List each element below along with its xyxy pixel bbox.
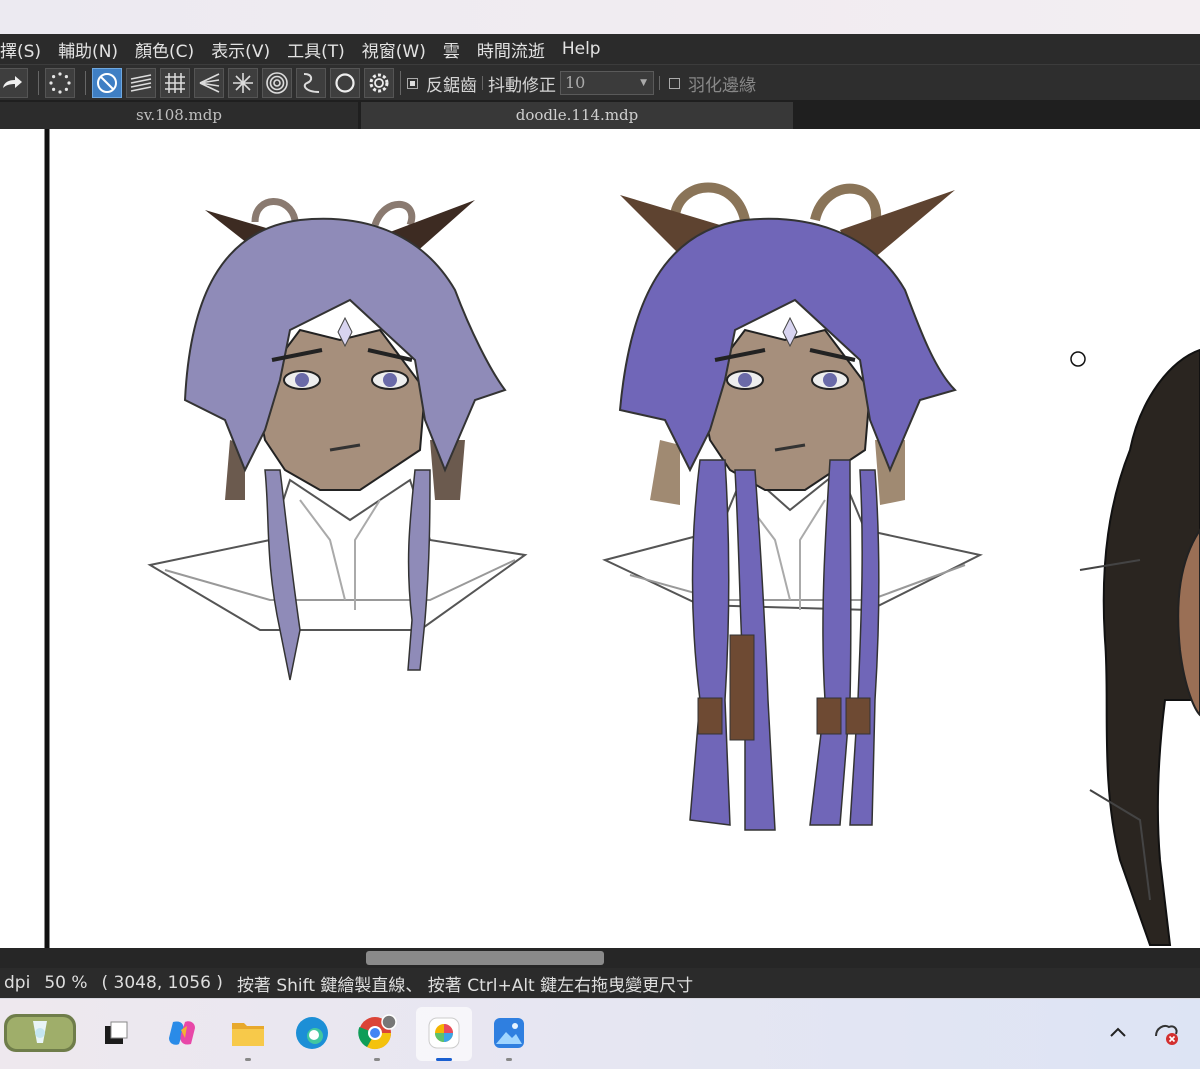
windows-taskbar	[0, 998, 1200, 1069]
file-explorer-icon	[232, 1023, 264, 1046]
toolbar-separator	[659, 76, 660, 90]
task-view-icon	[105, 1021, 128, 1044]
running-indicator	[374, 1058, 380, 1061]
grid-snap-button[interactable]	[160, 68, 190, 98]
parallel-snap-button[interactable]	[126, 68, 156, 98]
circle-snap-button[interactable]	[330, 68, 360, 98]
edge-icon	[296, 1017, 328, 1049]
curve-icon	[303, 73, 320, 93]
feather-checkbox[interactable]	[669, 77, 680, 89]
vanishing-point-snap-button[interactable]	[194, 68, 224, 98]
status-coordinates: ( 3048, 1056 )	[101, 973, 223, 993]
widgets-icon	[4, 1014, 76, 1052]
status-dpi: dpi	[4, 973, 31, 993]
task-view-button[interactable]	[96, 1013, 136, 1053]
concentric-snap-button[interactable]	[262, 68, 292, 98]
tab-doodle-114[interactable]: doodle.114.mdp	[361, 102, 793, 129]
show-hidden-icons-button[interactable]	[1098, 1013, 1138, 1053]
menu-view[interactable]: 表示(V)	[211, 37, 270, 62]
status-hint: 按著 Shift 鍵繪製直線、 按著 Ctrl+Alt 鍵左右拖曳變更尺寸	[236, 975, 694, 996]
redo-icon	[3, 76, 22, 88]
horizontal-scrollbar[interactable]	[0, 948, 1200, 968]
document-tabs: sv.108.mdp doodle.114.mdp	[0, 100, 1200, 129]
redo-button[interactable]	[0, 68, 28, 98]
running-indicator	[506, 1058, 512, 1061]
stabilizer-select[interactable]: 10 ▼	[560, 71, 654, 95]
artwork	[44, 129, 1200, 948]
radial-snap-button[interactable]	[228, 68, 258, 98]
menu-color[interactable]: 顏色(C)	[135, 37, 194, 62]
gear-icon	[369, 73, 389, 93]
status-bar: dpi 50 % ( 3048, 1056 ) 按著 Shift 鍵繪製直線、 …	[0, 968, 1200, 998]
dropdown-arrow-icon: ▼	[640, 78, 647, 88]
character-sketch-2	[602, 182, 983, 831]
copilot-icon	[169, 1021, 195, 1045]
tab-sv-108[interactable]: sv.108.mdp	[0, 102, 358, 129]
chrome-button[interactable]	[357, 1013, 397, 1061]
drawing-canvas[interactable]	[0, 129, 1200, 948]
menu-timelapse[interactable]: 時間流逝	[477, 37, 545, 62]
menu-tools[interactable]: 工具(T)	[287, 37, 345, 62]
copilot-button[interactable]	[162, 1013, 202, 1053]
stabilizer-value: 10	[565, 73, 586, 92]
menu-select[interactable]: 擇(S)	[0, 37, 41, 62]
loading-dots-icon	[49, 72, 71, 94]
vanishing-point-icon	[199, 73, 220, 93]
brush-cursor	[1070, 351, 1086, 367]
active-indicator	[436, 1058, 452, 1061]
window-top-strip	[0, 0, 1200, 34]
toolbar-separator	[482, 76, 483, 90]
snap-toolbar: 反鋸齒 抖動修正 10 ▼ 羽化邊緣	[0, 64, 1200, 101]
toolbar-separator	[38, 71, 39, 95]
running-indicator	[245, 1058, 251, 1061]
menu-bar: 擇(S) 輔助(N) 顏色(C) 表示(V) 工具(T) 視窗(W) 雲 時間流…	[0, 34, 1200, 64]
grid-icon	[165, 73, 185, 93]
character-sketch-3	[1079, 348, 1200, 946]
menu-assist[interactable]: 輔助(N)	[58, 37, 118, 62]
circle-icon	[335, 73, 355, 93]
snap-off-button[interactable]	[92, 68, 122, 98]
radial-icon	[233, 73, 253, 93]
network-error-icon	[1155, 1025, 1178, 1045]
photos-icon	[494, 1018, 524, 1048]
curve-snap-button[interactable]	[296, 68, 326, 98]
menu-window[interactable]: 視窗(W)	[362, 37, 426, 62]
medibang-icon	[428, 1017, 460, 1049]
file-explorer-button[interactable]	[228, 1013, 268, 1061]
status-zoom: 50 %	[44, 973, 88, 993]
toolbar-separator	[85, 71, 86, 95]
concentric-icon	[266, 72, 288, 94]
scrollbar-thumb[interactable]	[366, 951, 604, 965]
parallel-lines-icon	[130, 74, 152, 92]
widgets-button[interactable]	[2, 1013, 78, 1053]
medibang-button[interactable]	[424, 1013, 464, 1061]
snap-settings-button[interactable]	[364, 68, 394, 98]
antialias-label: 反鋸齒	[426, 75, 477, 96]
network-status-button[interactable]	[1146, 1013, 1186, 1053]
toolbar-separator	[400, 71, 401, 95]
chevron-up-icon	[1110, 1027, 1126, 1037]
menu-help[interactable]: Help	[562, 39, 601, 59]
chrome-icon	[358, 1014, 397, 1050]
brush-snap-off-icon	[97, 73, 117, 93]
edge-button[interactable]	[292, 1013, 332, 1053]
feather-label: 羽化邊緣	[688, 75, 756, 96]
antialias-checkbox[interactable]	[407, 77, 418, 89]
character-sketch-1	[147, 198, 528, 681]
menu-cloud[interactable]: 雲	[443, 37, 460, 62]
stabilizer-label: 抖動修正	[488, 75, 556, 96]
photos-button[interactable]	[489, 1013, 529, 1061]
selection-button[interactable]	[45, 68, 75, 98]
